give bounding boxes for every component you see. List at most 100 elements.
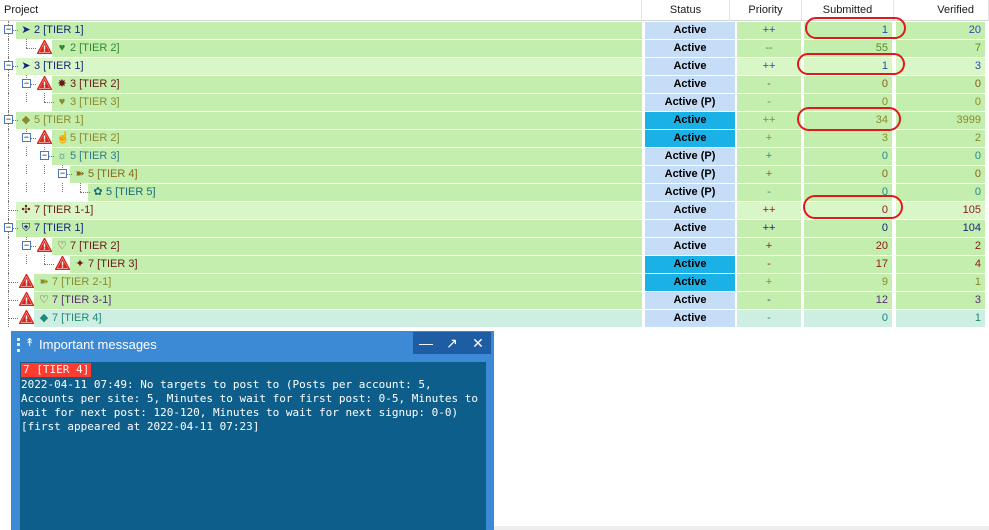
project-name[interactable]: ☼ 5 [TIER 3] [54,147,122,165]
column-header-priority[interactable]: Priority [730,0,802,21]
table-row[interactable]: ➽ 7 [TIER 2-1] Active +9 1 [0,273,989,291]
status-cell[interactable]: Active [645,219,735,237]
drag-grip-icon[interactable] [17,338,20,352]
pin-icon[interactable]: ↟ [25,336,34,349]
table-row[interactable]: − ➽ 5 [TIER 4] Active (P) +0 0 [0,165,989,183]
project-name[interactable]: ♡ 7 [TIER 3-1] [36,291,113,309]
project-type-icon: ➤ [21,24,31,36]
priority-cell[interactable]: -- [737,39,801,57]
annotation-circle [797,107,901,131]
priority-cell[interactable]: - [737,93,801,111]
collapse-toggle-icon[interactable]: − [22,133,31,142]
project-type-icon: ♡ [39,294,49,306]
verified-cell: 4 [974,258,981,270]
priority-cell[interactable]: - [737,309,801,327]
priority-cell[interactable]: - [737,255,801,273]
project-name[interactable]: ♥ 3 [TIER 3] [54,93,122,111]
project-name[interactable]: ➽ 7 [TIER 2-1] [36,273,113,291]
table-row[interactable]: − ♡ 7 [TIER 2] Active +20 2 [0,237,989,255]
priority-cell[interactable]: + [737,147,801,165]
status-cell[interactable]: Active (P) [645,183,735,201]
status-cell[interactable]: Active [645,291,735,309]
priority-cell[interactable]: ++ [737,57,801,75]
priority-cell[interactable]: - [737,291,801,309]
status-cell[interactable]: Active [645,111,735,129]
project-type-icon: ✣ [21,204,31,216]
collapse-toggle-icon[interactable]: − [22,241,31,250]
collapse-toggle-icon[interactable]: − [58,169,67,178]
status-cell[interactable]: Active [645,75,735,93]
project-name[interactable]: ✣ 7 [TIER 1-1] [18,201,95,219]
project-type-icon: ◆ [39,312,49,324]
project-name[interactable]: ♡ 7 [TIER 2] [54,237,122,255]
project-name[interactable]: ◆ 7 [TIER 4] [36,309,104,327]
priority-cell[interactable]: - [737,183,801,201]
collapse-toggle-icon[interactable]: − [40,151,49,160]
table-row[interactable]: − ✸ 3 [TIER 2] Active - 0 0 [0,75,989,93]
priority-cell[interactable]: - [737,75,801,93]
collapse-toggle-icon[interactable]: − [4,61,13,70]
status-cell[interactable]: Active [645,273,735,291]
minimize-button[interactable]: — [413,332,439,354]
collapse-toggle-icon[interactable]: − [4,223,13,232]
message-list[interactable]: 7 [TIER 4] 2022-04-11 07:49: No targets … [20,362,486,530]
table-row[interactable]: − ⛨ 7 [TIER 1] Active ++ 0 104 [0,219,989,237]
priority-cell[interactable]: ++ [737,111,801,129]
status-cell[interactable]: Active [645,39,735,57]
table-row[interactable]: ✦ 7 [TIER 3] Active - 17 4 [0,255,989,273]
table-row[interactable]: − ☝5 [TIER 2] Active +3 2 [0,129,989,147]
project-name[interactable]: ♥ 2 [TIER 2] [54,39,122,57]
project-type-icon: ➤ [21,60,31,72]
status-cell[interactable]: Active [645,201,735,219]
close-button[interactable]: ✕ [465,332,491,354]
collapse-toggle-icon[interactable]: − [22,79,31,88]
status-cell[interactable]: Active [645,21,735,39]
project-name[interactable]: ✿ 5 [TIER 5] [90,183,158,201]
priority-cell[interactable]: + [737,273,801,291]
project-name[interactable]: ✸ 3 [TIER 2] [54,75,122,93]
status-cell[interactable]: Active (P) [645,93,735,111]
submitted-cell: 0 [881,168,888,180]
priority-cell[interactable]: ++ [737,219,801,237]
float-window-button[interactable]: ↗ [439,332,465,354]
tree-line [26,165,27,174]
status-cell[interactable]: Active [645,309,735,327]
priority-cell[interactable]: + [737,237,801,255]
collapse-toggle-icon[interactable]: − [4,25,13,34]
status-cell[interactable]: Active [645,237,735,255]
priority-cell[interactable]: ++ [737,21,801,39]
column-header-verified[interactable]: Verified [894,0,989,21]
annotation-circle [797,53,905,75]
status-cell[interactable]: Active (P) [645,147,735,165]
project-name[interactable]: ➽ 5 [TIER 4] [72,165,140,183]
project-name[interactable]: ➤ 3 [TIER 1] [18,57,86,75]
project-name[interactable]: ✦ 7 [TIER 3] [72,255,140,273]
priority-cell[interactable]: + [737,165,801,183]
verified-cell: 105 [962,204,981,216]
status-cell[interactable]: Active [645,129,735,147]
project-type-icon: ➽ [39,276,49,288]
project-type-icon: ♥ [58,42,66,54]
collapse-toggle-icon[interactable]: − [4,115,13,124]
panel-title-bar[interactable]: ↟ Important messages — ↗ ✕ [11,331,494,359]
status-cell[interactable]: Active [645,57,735,75]
warning-icon [36,39,53,55]
table-row[interactable]: ◆ 7 [TIER 4] Active - 0 1 [0,309,989,327]
project-name[interactable]: ➤ 2 [TIER 1] [18,21,86,39]
priority-cell[interactable]: ++ [737,201,801,219]
project-name[interactable]: ☝5 [TIER 2] [54,129,122,147]
warning-icon [54,255,71,271]
table-row[interactable]: − ☼ 5 [TIER 3] Active (P) +0 0 [0,147,989,165]
status-cell[interactable]: Active (P) [645,165,735,183]
status-cell[interactable]: Active [645,255,735,273]
priority-cell[interactable]: + [737,129,801,147]
project-name[interactable]: ⛨ 7 [TIER 1] [18,219,86,237]
tree-line [8,129,9,147]
verified-cell: 1 [974,276,981,288]
project-name[interactable]: ◆ 5 [TIER 1] [18,111,86,129]
verified-cell: 3 [974,60,981,72]
column-header-status[interactable]: Status [642,0,730,21]
warning-icon [18,273,35,289]
table-row[interactable]: ♡ 7 [TIER 3-1] Active - 12 3 [0,291,989,309]
column-header-project[interactable]: Project [0,0,642,21]
